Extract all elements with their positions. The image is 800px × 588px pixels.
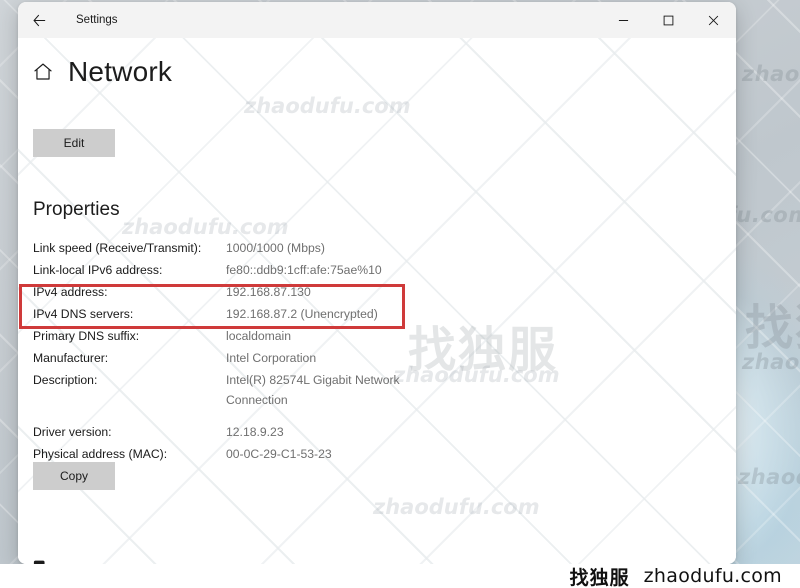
property-label: IPv4 DNS servers: [33, 307, 134, 321]
table-row: IPv4 DNS servers: 192.168.87.2 (Unencryp… [33, 304, 453, 326]
page-title: Network [68, 56, 173, 87]
property-value: 1000/1000 (Mbps) [226, 241, 325, 255]
property-label: Driver version: [33, 425, 112, 439]
maximize-button[interactable] [646, 2, 691, 38]
property-value: localdomain [226, 329, 292, 343]
close-icon [708, 15, 719, 25]
property-label: Link-local IPv6 address: [33, 263, 163, 277]
watermark-url: zhaodufu.com [373, 495, 540, 519]
table-row: Manufacturer: Intel Corporation [33, 348, 453, 370]
property-label: Description: [33, 373, 98, 387]
table-row: Driver version: 12.18.9.23 [33, 422, 453, 444]
footer-url: zhaodufu.com [643, 565, 782, 587]
back-button[interactable] [22, 5, 56, 35]
minimize-button[interactable] [601, 2, 646, 38]
property-value: Intel(R) 82574L Gigabit Network Connecti… [226, 373, 400, 407]
table-row: Link-local IPv6 address: fe80::ddb9:1cff… [33, 260, 453, 282]
table-row: Description: Intel(R) 82574L Gigabit Net… [33, 370, 453, 412]
property-label: IPv4 address: [33, 285, 108, 299]
page-header: Network [32, 56, 172, 88]
window-controls [601, 2, 736, 38]
minimize-icon [618, 19, 629, 21]
property-value: 00-0C-29-C1-53-23 [226, 447, 332, 461]
table-row: Link speed (Receive/Transmit): 1000/1000… [33, 238, 453, 260]
close-button[interactable] [691, 2, 736, 38]
property-label: Manufacturer: [33, 351, 109, 365]
properties-table: Link speed (Receive/Transmit): 1000/1000… [33, 238, 453, 466]
screen: zhaodufu.com zhaodufu.com 找独服 zhaodufu.c… [0, 0, 800, 588]
property-value: 192.168.87.2 (Unencrypted) [226, 307, 378, 321]
footer-watermark-bar: 找独服 zhaodufu.com [0, 564, 800, 588]
edit-button[interactable]: Edit [33, 129, 115, 157]
watermark-url: zhaodufu.com [244, 94, 411, 118]
footer-brand-cn: 找独服 [569, 566, 630, 588]
window-titlebar: Settings [18, 2, 736, 38]
property-value: 12.18.9.23 [226, 425, 284, 439]
maximize-icon [663, 15, 674, 25]
row-spacer [33, 412, 453, 422]
table-row: Primary DNS suffix: localdomain [33, 326, 453, 348]
settings-window: Settings zhaodufu.com zhaodufu.com 找独服 z… [18, 2, 736, 564]
table-row: IPv4 address: 192.168.87.130 [33, 282, 453, 304]
property-label: Physical address (MAC): [33, 447, 168, 461]
section-title-properties: Properties [33, 199, 120, 220]
back-arrow-icon [33, 14, 45, 26]
property-value: fe80::ddb9:1cff:afe:75ae%10 [226, 263, 382, 277]
property-value: Intel Corporation [226, 351, 317, 365]
property-label: Primary DNS suffix: [33, 329, 140, 343]
property-value: 192.168.87.130 [226, 285, 311, 299]
settings-content: zhaodufu.com zhaodufu.com 找独服 zhaodufu.c… [18, 38, 736, 564]
watermark-url: zhaodufu.com [122, 215, 289, 239]
copy-button[interactable]: Copy [33, 462, 115, 490]
property-label: Link speed (Receive/Transmit): [33, 241, 202, 255]
app-title: Settings [76, 14, 118, 26]
home-icon [34, 63, 52, 80]
